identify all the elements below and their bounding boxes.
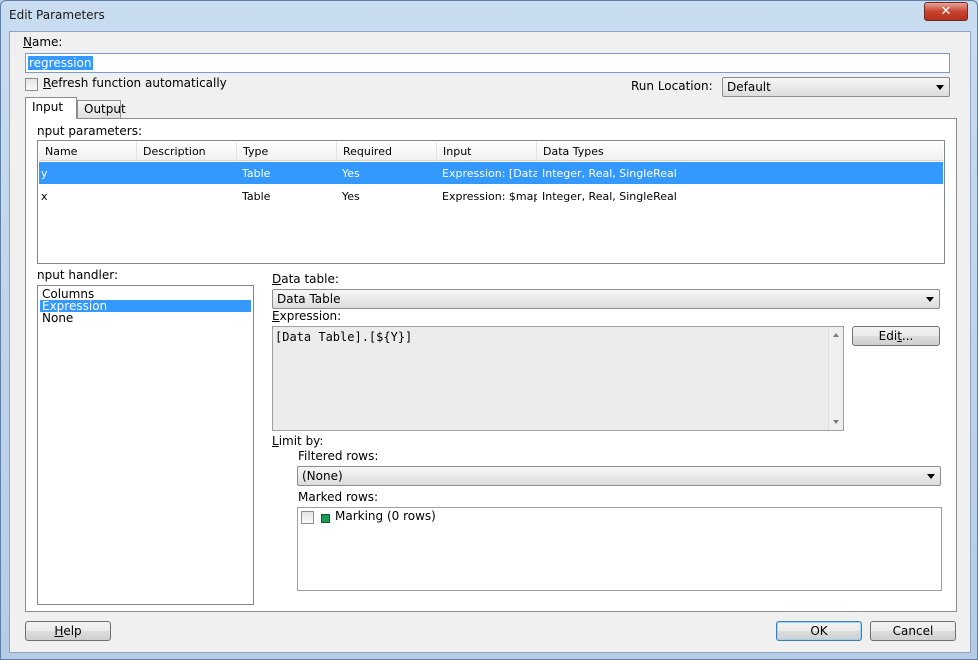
- list-item-none[interactable]: None: [40, 312, 251, 324]
- close-icon: ✕: [940, 4, 952, 19]
- expression-label: Expression:: [272, 309, 342, 323]
- marking-label[interactable]: Marking (0 rows): [335, 509, 436, 523]
- table-row[interactable]: y Table Yes Expression: [Data... Integer…: [39, 162, 943, 184]
- help-button[interactable]: Help: [25, 621, 111, 641]
- column-header-description[interactable]: Description: [137, 142, 237, 161]
- filtered-rows-label: Filtered rows:: [298, 449, 379, 463]
- column-header-data-types[interactable]: Data Types: [537, 142, 943, 161]
- name-input-value: regression: [28, 56, 93, 70]
- marked-rows-label: Marked rows:: [298, 490, 379, 504]
- tab-input[interactable]: Input: [25, 97, 77, 119]
- run-location-label: Run Location:: [631, 79, 713, 93]
- cell-type: Table: [242, 167, 271, 180]
- cell-required: Yes: [342, 190, 360, 203]
- cell-data-types: Integer, Real, SingleReal: [542, 167, 677, 180]
- limit-by-label: Limit by:: [272, 434, 324, 448]
- cell-required: Yes: [342, 167, 360, 180]
- scroll-up-icon[interactable]: [833, 333, 839, 337]
- chevron-down-icon: [927, 474, 935, 479]
- close-button[interactable]: ✕: [924, 2, 968, 21]
- data-table-label: Data table:: [272, 272, 339, 286]
- dialog-body: Name: regression Refresh function automa…: [9, 31, 971, 653]
- marking-color-icon: [321, 514, 330, 523]
- dialog-window: Edit Parameters ✕ Name: regression Refre…: [0, 0, 978, 660]
- input-handler-label: nput handler:: [37, 268, 119, 282]
- data-table-value: Data Table: [277, 292, 341, 306]
- chevron-down-icon: [936, 85, 944, 90]
- cell-input: Expression: $map...: [442, 190, 537, 203]
- column-header-input[interactable]: Input: [437, 142, 537, 161]
- cancel-button[interactable]: Cancel: [870, 621, 956, 641]
- ok-button[interactable]: OK: [776, 621, 862, 641]
- table-row[interactable]: x Table Yes Expression: $map... Integer,…: [39, 185, 943, 207]
- cell-type: Table: [242, 190, 271, 203]
- marking-checkbox[interactable]: [301, 511, 314, 524]
- cell-data-types: Integer, Real, SingleReal: [542, 190, 677, 203]
- cell-name: x: [41, 190, 48, 203]
- chevron-down-icon: [926, 297, 934, 302]
- name-label: Name:: [23, 35, 63, 49]
- edit-button[interactable]: Edit...: [852, 326, 940, 346]
- column-header-type[interactable]: Type: [237, 142, 337, 161]
- name-input[interactable]: regression: [25, 53, 950, 73]
- expression-value: [Data Table].[${Y}]: [275, 330, 413, 344]
- scroll-down-icon[interactable]: [833, 420, 839, 424]
- tab-output[interactable]: Output: [77, 100, 126, 118]
- input-parameters-label: nput parameters:: [37, 124, 142, 138]
- window-title: Edit Parameters: [9, 8, 105, 22]
- data-table-select[interactable]: Data Table: [272, 289, 940, 309]
- column-header-required[interactable]: Required: [337, 142, 437, 161]
- run-location-value: Default: [727, 80, 771, 94]
- input-parameters-table[interactable]: Name Description Type Required Input Dat…: [37, 140, 945, 264]
- cell-input: Expression: [Data...: [442, 167, 537, 180]
- title-bar[interactable]: Edit Parameters ✕: [1, 1, 977, 31]
- column-header-name[interactable]: Name: [39, 142, 137, 161]
- refresh-label[interactable]: Refresh function automatically: [43, 76, 227, 90]
- filtered-rows-value: (None): [302, 469, 343, 483]
- expression-textarea[interactable]: [Data Table].[${Y}]: [272, 326, 844, 431]
- refresh-checkbox[interactable]: [25, 78, 38, 91]
- run-location-select[interactable]: Default: [722, 77, 950, 97]
- table-header: Name Description Type Required Input Dat…: [39, 142, 943, 161]
- expression-scrollbar[interactable]: [828, 327, 843, 430]
- filtered-rows-select[interactable]: (None): [297, 466, 941, 486]
- cell-name: y: [41, 167, 48, 180]
- input-handler-list[interactable]: Columns Expression None: [37, 285, 254, 605]
- marked-rows-list[interactable]: Marking (0 rows): [297, 507, 942, 591]
